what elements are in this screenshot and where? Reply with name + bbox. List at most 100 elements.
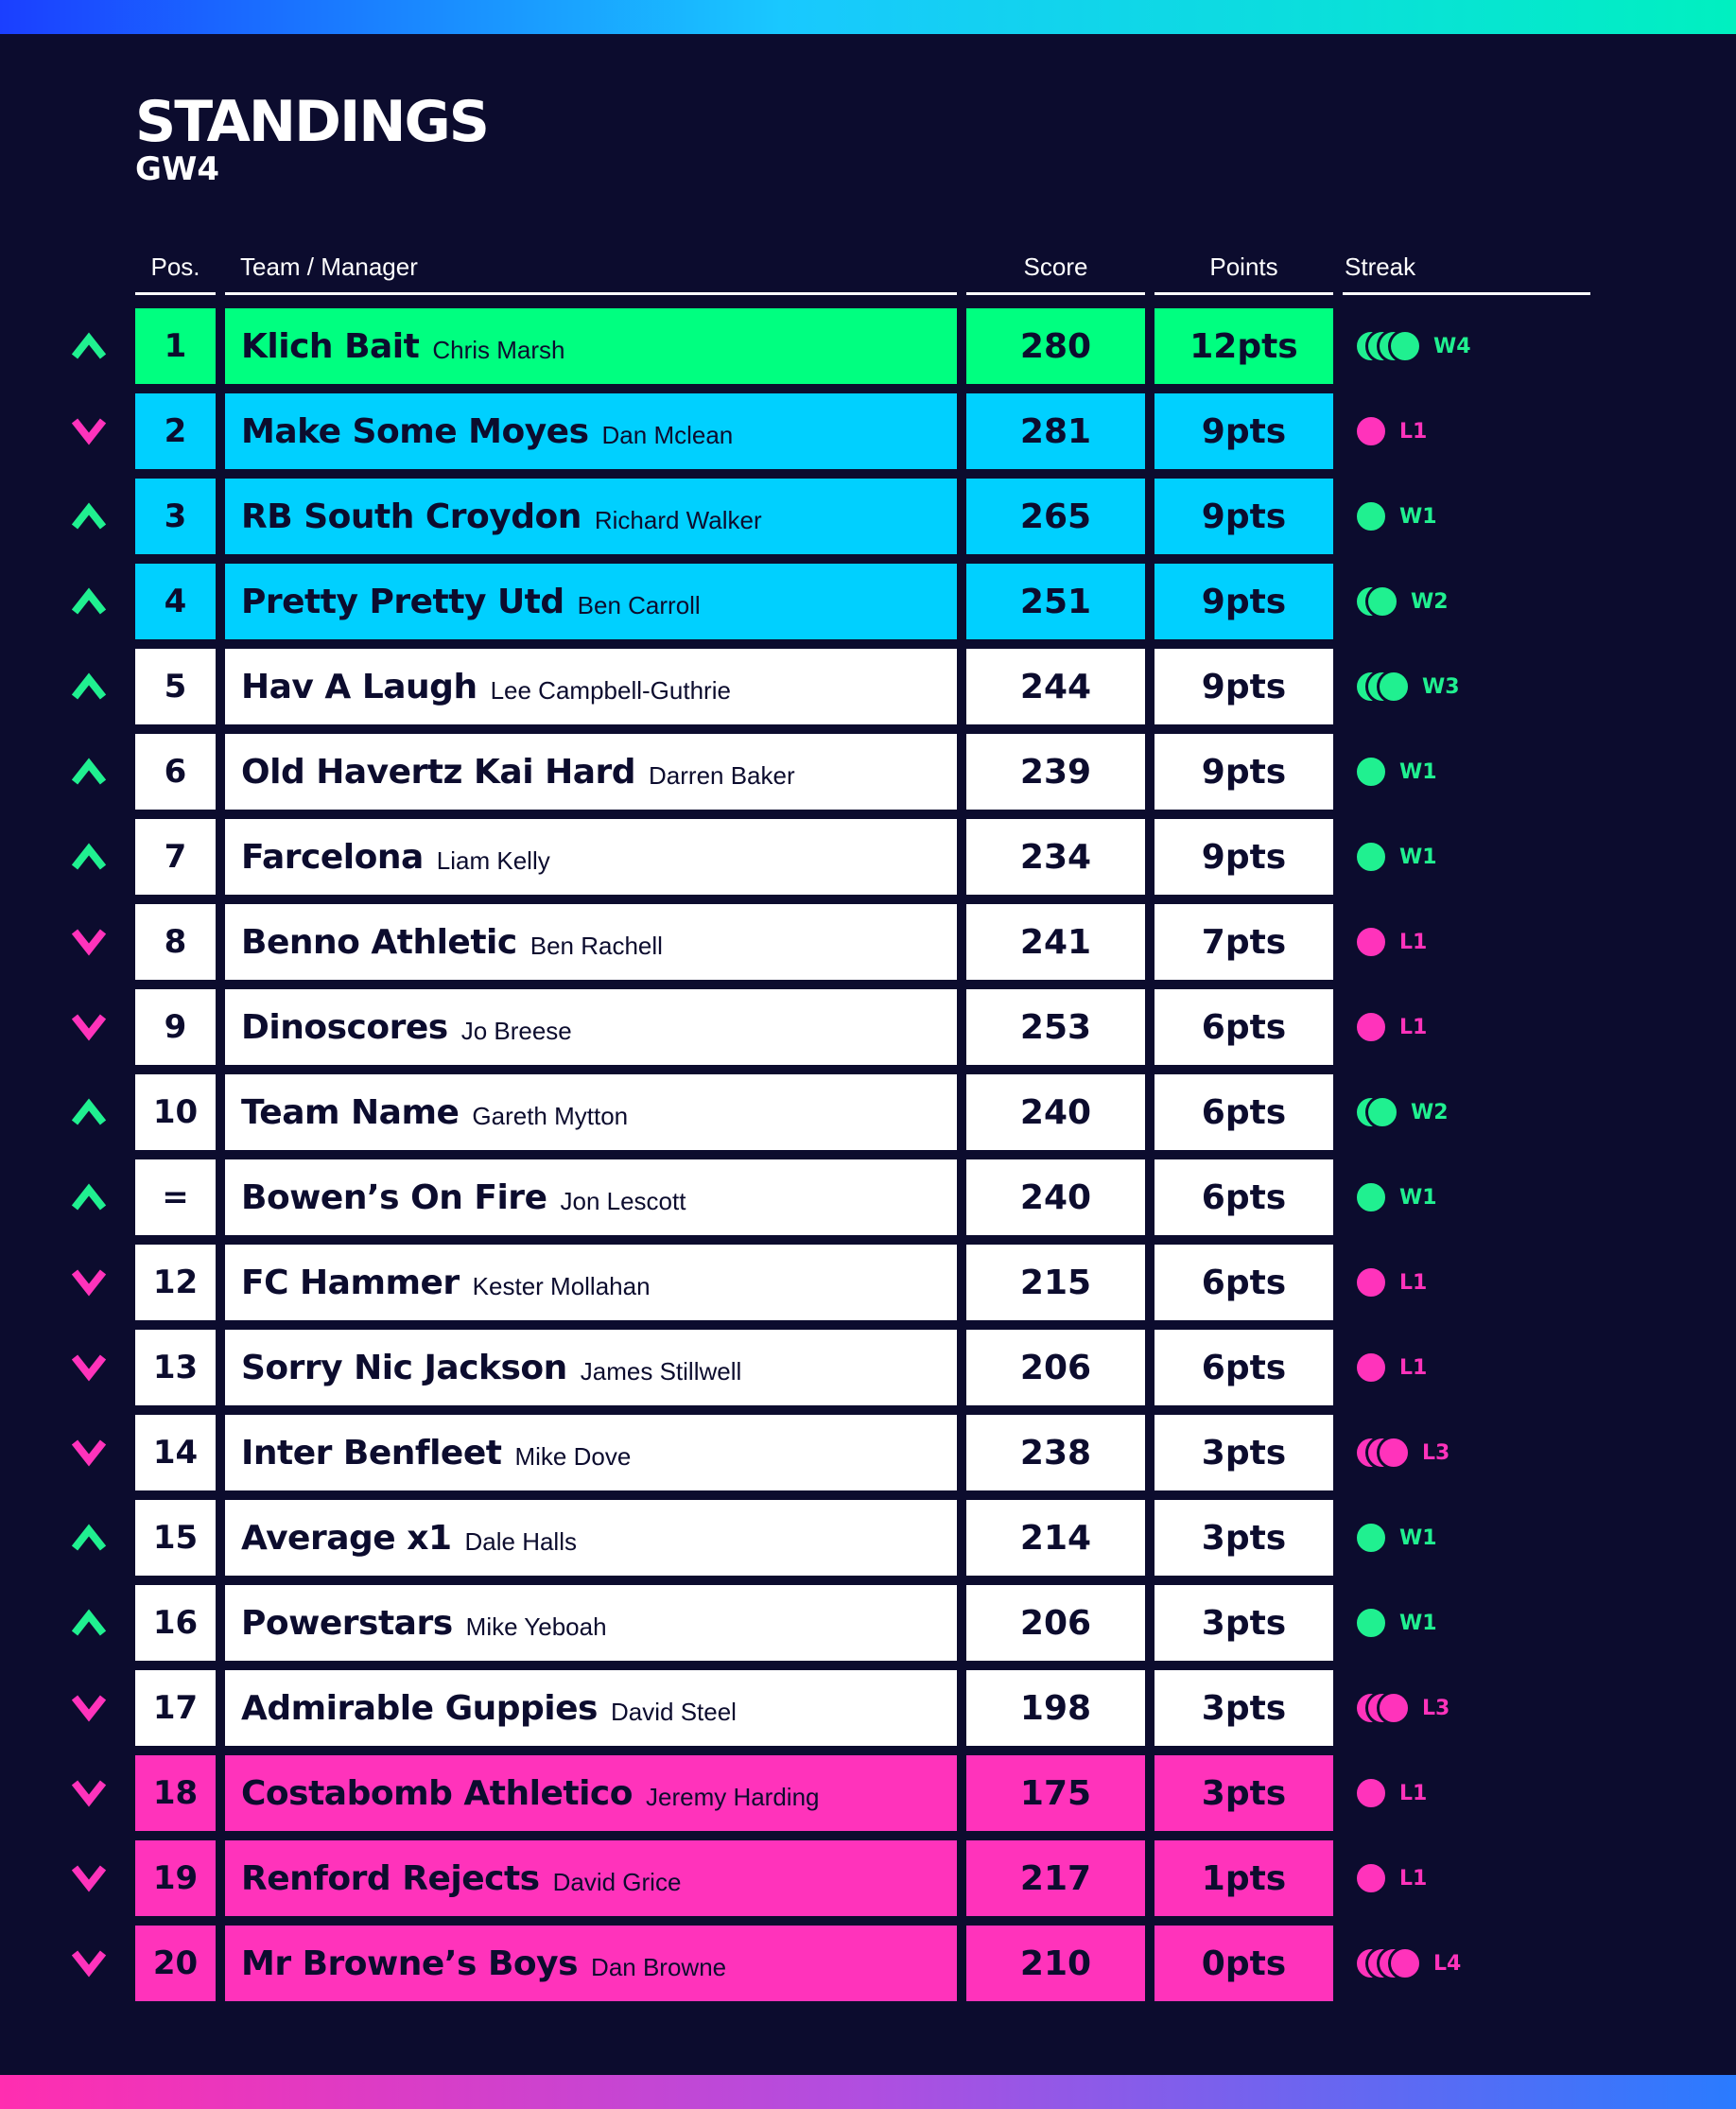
- table-row: 3 RB South Croydon Richard Walker 265 9pts W1: [0, 479, 1736, 554]
- loss-dot-icon: [1354, 1776, 1388, 1810]
- team-name: Powerstars: [241, 1603, 453, 1643]
- points-cell: 9pts: [1154, 564, 1333, 639]
- table-row: 4 Pretty Pretty Utd Ben Carroll 251 9pts W2: [0, 564, 1736, 639]
- score-cell: 175: [966, 1755, 1145, 1831]
- manager-name: David Grice: [552, 1867, 682, 1896]
- streak-label: L1: [1399, 1781, 1428, 1805]
- team-cell: Hav A Laugh Lee Campbell-Guthrie: [225, 649, 957, 724]
- position-cell: 13: [135, 1330, 216, 1405]
- points-cell: 0pts: [1154, 1926, 1333, 2001]
- manager-name: Gareth Mytton: [472, 1101, 629, 1130]
- points-cell: 12pts: [1154, 308, 1333, 384]
- team-cell: Inter Benfleet Mike Dove: [225, 1415, 957, 1490]
- manager-name: Dan Browne: [591, 1952, 727, 1981]
- team-cell: Mr Browne’s Boys Dan Browne: [225, 1926, 957, 2001]
- streak-indicator: L1: [1354, 1008, 1427, 1046]
- streak-indicator: W3: [1354, 668, 1460, 706]
- team-cell: RB South Croydon Richard Walker: [225, 479, 957, 554]
- table-row: 12 FC Hammer Kester Mollahan 215 6pts L1: [0, 1245, 1736, 1320]
- streak-label: W1: [1399, 759, 1437, 784]
- manager-name: Ben Rachell: [529, 931, 663, 960]
- position-cell: 5: [135, 649, 216, 724]
- streak-label: W1: [1399, 845, 1437, 869]
- score-cell: 214: [966, 1500, 1145, 1576]
- manager-name: James Stillwell: [580, 1356, 742, 1386]
- streak-indicator: W1: [1354, 753, 1437, 791]
- arrow-up-icon: [71, 1524, 107, 1551]
- arrow-down-icon: [71, 1354, 107, 1382]
- streak-indicator: W1: [1354, 1604, 1437, 1642]
- score-cell: 198: [966, 1670, 1145, 1746]
- score-cell: 244: [966, 649, 1145, 724]
- score-cell: 241: [966, 904, 1145, 980]
- streak-label: L1: [1399, 930, 1428, 954]
- score-cell: 239: [966, 734, 1145, 810]
- streak-indicator: L4: [1354, 1944, 1461, 1982]
- score-cell: 281: [966, 393, 1145, 469]
- points-cell: 3pts: [1154, 1415, 1333, 1490]
- arrow-up-icon: [71, 1183, 107, 1211]
- win-dot-icon: [1354, 1180, 1388, 1214]
- manager-name: Dale Halls: [464, 1526, 578, 1556]
- points-cell: 9pts: [1154, 479, 1333, 554]
- position-cell: 10: [135, 1074, 216, 1150]
- table-row: 1 Klich Bait Chris Marsh 280 12pts W4: [0, 308, 1736, 384]
- score-cell: 206: [966, 1585, 1145, 1661]
- score-cell: 265: [966, 479, 1145, 554]
- points-cell: 9pts: [1154, 649, 1333, 724]
- table-row: 15 Average x1 Dale Halls 214 3pts W1: [0, 1500, 1736, 1576]
- loss-dot-icon: [1354, 1010, 1388, 1044]
- score-cell: 206: [966, 1330, 1145, 1405]
- table-row: 13 Sorry Nic Jackson James Stillwell 206 6pt…: [0, 1330, 1736, 1405]
- arrow-down-icon: [71, 1014, 107, 1041]
- team-cell: Klich Bait Chris Marsh: [225, 308, 957, 384]
- team-name: RB South Croydon: [241, 497, 582, 536]
- streak-indicator: L1: [1354, 412, 1427, 450]
- team-name: Mr Browne’s Boys: [241, 1943, 579, 1983]
- streak-indicator: W1: [1354, 497, 1437, 535]
- team-cell: Pretty Pretty Utd Ben Carroll: [225, 564, 957, 639]
- win-dot-icon: [1354, 1606, 1388, 1640]
- position-cell: 2: [135, 393, 216, 469]
- manager-name: Liam Kelly: [436, 845, 550, 875]
- arrow-up-icon: [71, 843, 107, 870]
- manager-name: David Steel: [611, 1697, 737, 1726]
- arrow-up-icon: [71, 587, 107, 615]
- points-cell: 9pts: [1154, 734, 1333, 810]
- streak-label: L1: [1399, 1355, 1428, 1380]
- position-cell: =: [135, 1159, 216, 1235]
- table-row: 10 Team Name Gareth Mytton 240 6pts W2: [0, 1074, 1736, 1150]
- streak-label: L1: [1399, 1270, 1428, 1295]
- team-cell: Old Havertz Kai Hard Darren Baker: [225, 734, 957, 810]
- arrow-up-icon: [71, 332, 107, 359]
- streak-indicator: L1: [1354, 1774, 1427, 1812]
- points-cell: 9pts: [1154, 393, 1333, 469]
- streak-indicator: W4: [1354, 327, 1471, 365]
- team-cell: Costabomb Athletico Jeremy Harding: [225, 1755, 957, 1831]
- team-name: Pretty Pretty Utd: [241, 582, 564, 621]
- streak-label: W2: [1411, 589, 1449, 614]
- win-dot-icon: [1354, 840, 1388, 874]
- score-cell: 253: [966, 989, 1145, 1065]
- team-cell: Renford Rejects David Grice: [225, 1840, 957, 1916]
- team-cell: Team Name Gareth Mytton: [225, 1074, 957, 1150]
- win-dot-icon: [1377, 670, 1411, 704]
- table-row: = Bowen’s On Fire Jon Lescott 240 6pts W1: [0, 1159, 1736, 1235]
- team-cell: Sorry Nic Jackson James Stillwell: [225, 1330, 957, 1405]
- loss-dot-icon: [1354, 1265, 1388, 1299]
- score-cell: 251: [966, 564, 1145, 639]
- bottom-gradient-bar: [0, 2075, 1736, 2109]
- team-cell: Make Some Moyes Dan Mclean: [225, 393, 957, 469]
- table-row: 17 Admirable Guppies David Steel 198 3pts L3: [0, 1670, 1736, 1746]
- streak-indicator: W1: [1354, 1519, 1437, 1557]
- score-cell: 280: [966, 308, 1145, 384]
- streak-indicator: L1: [1354, 923, 1427, 961]
- win-dot-icon: [1365, 584, 1399, 619]
- team-name: Farcelona: [241, 837, 424, 877]
- arrow-down-icon: [71, 929, 107, 956]
- points-cell: 3pts: [1154, 1670, 1333, 1746]
- streak-label: W4: [1433, 334, 1471, 358]
- position-cell: 4: [135, 564, 216, 639]
- team-name: Inter Benfleet: [241, 1433, 502, 1473]
- team-name: Admirable Guppies: [241, 1688, 599, 1728]
